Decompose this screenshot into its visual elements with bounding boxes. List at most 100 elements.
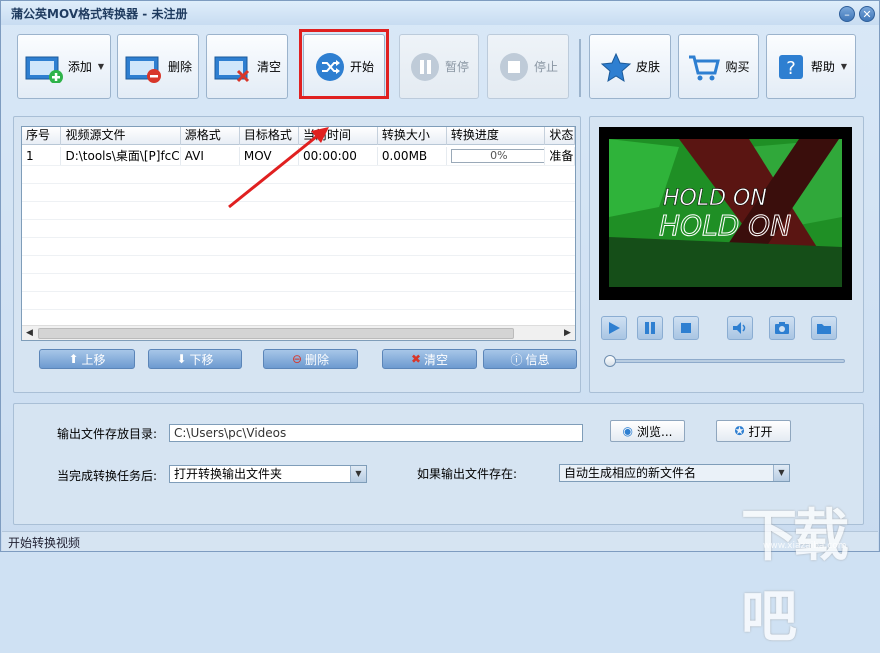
preview-frame: HOLD ON HOLD ON xyxy=(599,127,852,300)
toolbar-separator xyxy=(579,39,581,97)
browse-label: 浏览... xyxy=(637,424,673,439)
output-dir-label: 输出文件存放目录: xyxy=(57,427,158,441)
horizontal-scrollbar[interactable]: ◀ ▶ xyxy=(22,325,575,340)
preview-pause-button[interactable] xyxy=(637,316,663,340)
buy-button[interactable]: 购买 xyxy=(678,34,759,99)
grid-line xyxy=(22,219,575,220)
clear-label: 清空 xyxy=(256,60,281,74)
stop-label: 停止 xyxy=(533,60,558,74)
stop-button[interactable]: 停止 xyxy=(487,34,569,99)
volume-button[interactable] xyxy=(727,316,753,340)
list-delete-button[interactable]: ⊖ 删除 xyxy=(263,349,358,369)
star-icon xyxy=(600,52,632,82)
watermark-logo: 下载吧 xyxy=(741,504,849,650)
grid-line xyxy=(22,237,575,238)
browse-button[interactable]: ◉ 浏览... xyxy=(610,420,685,442)
camera-icon xyxy=(775,322,789,334)
move-down-button[interactable]: ⬇ 下移 xyxy=(148,349,242,369)
chevron-down-icon: ▼ xyxy=(350,466,366,482)
folder-button[interactable] xyxy=(811,316,837,340)
delete-button[interactable]: 删除 xyxy=(117,34,199,99)
file-exists-label: 如果输出文件存在: xyxy=(417,467,518,481)
seek-slider[interactable] xyxy=(604,355,845,367)
cell-status: 准备 xyxy=(545,147,575,165)
pause-label: 暂停 xyxy=(444,60,469,74)
clear-button[interactable]: 清空 xyxy=(206,34,288,99)
pause-button[interactable]: 暂停 xyxy=(399,34,479,99)
cell-progress: 0% xyxy=(447,147,546,165)
film-reel-icon: ✪ xyxy=(734,424,745,438)
move-up-label: 上移 xyxy=(81,352,106,367)
column-header[interactable]: 视频源文件 xyxy=(61,127,181,145)
pause-icon xyxy=(645,322,655,334)
clear-film-icon xyxy=(214,56,250,82)
column-header[interactable]: 转换进度 xyxy=(447,127,546,145)
info-label: 信息 xyxy=(525,352,550,367)
grid-line xyxy=(22,273,575,274)
info-button[interactable]: ⓘ 信息 xyxy=(483,349,577,369)
column-header[interactable]: 状态 xyxy=(545,127,575,145)
arrow-down-icon: ⬇ xyxy=(176,352,187,366)
play-button[interactable] xyxy=(601,316,627,340)
chevron-down-icon: ▼ xyxy=(840,62,848,71)
scroll-thumb[interactable] xyxy=(38,328,514,339)
pause-icon xyxy=(410,52,439,81)
play-icon xyxy=(609,322,620,334)
highlight-box xyxy=(299,29,389,99)
preview-stop-button[interactable] xyxy=(673,316,699,340)
cart-icon xyxy=(689,55,721,80)
output-dir-input[interactable]: C:\Users\pc\Videos xyxy=(169,424,583,442)
chevron-down-icon: ▼ xyxy=(97,62,105,71)
delete-film-icon xyxy=(125,56,161,83)
grid-line xyxy=(22,309,575,310)
add-label: 添加 xyxy=(67,60,92,74)
window-title: 蒲公英MOV格式转换器 - 未注册 xyxy=(11,7,188,21)
list-delete-label: 删除 xyxy=(305,352,330,367)
help-icon: ? xyxy=(778,54,803,79)
preview-text-2: HOLD ON xyxy=(659,209,791,242)
list-clear-button[interactable]: ✖ 清空 xyxy=(382,349,477,369)
skin-button[interactable]: 皮肤 xyxy=(589,34,671,99)
column-header[interactable]: 转换大小 xyxy=(378,127,447,145)
after-task-select[interactable]: 打开转换输出文件夹 ▼ xyxy=(169,465,367,483)
grid-line xyxy=(22,291,575,292)
grid-line xyxy=(22,255,575,256)
column-header[interactable]: 序号 xyxy=(22,127,62,145)
help-button[interactable]: ? 帮助 ▼ xyxy=(766,34,856,99)
move-up-button[interactable]: ⬆ 上移 xyxy=(39,349,135,369)
scroll-left-icon[interactable]: ◀ xyxy=(22,326,37,340)
minus-circle-icon: ⊖ xyxy=(291,352,303,366)
stop-icon xyxy=(681,323,691,333)
minimize-button[interactable]: – xyxy=(839,6,855,22)
stop-icon xyxy=(499,52,528,81)
svg-text:?: ? xyxy=(786,58,796,79)
list-clear-label: 清空 xyxy=(424,352,449,367)
x-icon: ✖ xyxy=(410,352,422,366)
scroll-right-icon[interactable]: ▶ xyxy=(560,326,575,340)
cell-index: 1 xyxy=(22,147,62,165)
file-exists-select[interactable]: 自动生成相应的新文件名 ▼ xyxy=(559,464,790,482)
skin-label: 皮肤 xyxy=(635,60,660,74)
title-bar: 蒲公英MOV格式转换器 - 未注册 – ✕ xyxy=(1,1,879,25)
progress-bar: 0% xyxy=(450,149,545,163)
seek-knob[interactable] xyxy=(604,355,616,367)
chevron-down-icon: ▼ xyxy=(773,465,789,481)
close-button[interactable]: ✕ xyxy=(859,6,875,22)
video-preview: HOLD ON HOLD ON xyxy=(599,127,852,300)
after-task-value: 打开转换输出文件夹 xyxy=(174,467,283,481)
annotation-arrow xyxy=(228,127,329,209)
help-label: 帮助 xyxy=(810,60,835,74)
browse-icon: ◉ xyxy=(622,424,634,438)
add-button[interactable]: 添加 ▼ xyxy=(17,34,111,99)
add-film-icon xyxy=(25,56,63,83)
folder-icon xyxy=(817,324,831,334)
preview-text-1: HOLD ON xyxy=(663,186,767,211)
watermark-url: www.xiazaiba.com xyxy=(763,541,847,551)
snapshot-button[interactable] xyxy=(769,316,795,340)
buy-label: 购买 xyxy=(725,60,750,74)
after-task-label: 当完成转换任务后: xyxy=(57,469,158,483)
file-exists-value: 自动生成相应的新文件名 xyxy=(564,466,697,480)
open-button[interactable]: ✪ 打开 xyxy=(716,420,791,442)
arrow-up-icon: ⬆ xyxy=(68,352,79,366)
move-down-label: 下移 xyxy=(189,352,214,367)
